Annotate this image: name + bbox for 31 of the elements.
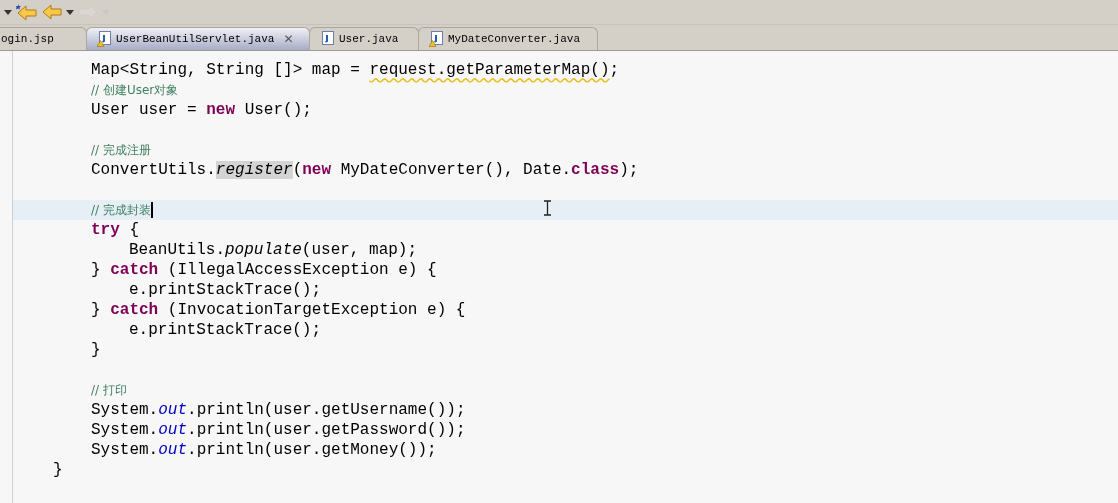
code-line: // 完成封装 (91, 202, 151, 219)
code-line: } catch (InvocationTargetException e) { (91, 301, 466, 319)
code-editor[interactable] (12, 51, 1118, 503)
code-line: } catch (IllegalAccessException e) { (91, 261, 437, 279)
code-line: e.printStackTrace(); (129, 281, 322, 299)
code-line: // 创建User对象 (91, 82, 179, 99)
close-icon[interactable]: ✕ (283, 32, 294, 46)
code-line: BeanUtils.populate(user, map); (129, 241, 418, 259)
tab-label: User.java (339, 33, 399, 45)
editor-tab[interactable]: MyDateConverter.java (418, 27, 598, 50)
code-line: Map<String, String []> map = request.getParameterMap(); (91, 61, 620, 79)
back-arrow-icon (42, 4, 62, 20)
code-line: // 打印 (91, 382, 127, 399)
code-line: } (91, 341, 101, 359)
dropdown-arrow-icon (66, 9, 74, 15)
code-line: try { (91, 221, 139, 239)
code-line: e.printStackTrace(); (129, 321, 322, 339)
tab-label: MyDateConverter.java (448, 33, 581, 45)
code-line: System.out.println(user.getUsername()); (91, 401, 466, 419)
code-line: User user = new User(); (91, 101, 312, 119)
dropdown-arrow-icon (4, 9, 12, 15)
back-arrow-icon (16, 3, 38, 21)
tab-label: UserBeanUtilServlet.java (116, 33, 275, 45)
code-line: System.out.println(user.getPassword()); (91, 421, 466, 439)
code-line: System.out.println(user.getMoney()); (91, 441, 437, 459)
code-line: } (53, 461, 63, 479)
text-cursor-icon (543, 200, 552, 216)
tab-label: ogin.jsp (1, 33, 54, 45)
code-line: // 完成注册 (91, 142, 151, 159)
editor-tab[interactable]: UserBeanUtilServlet.java ✕ (86, 27, 310, 50)
code-line: ConvertUtils.register(new MyDateConverter(), Date.class); (91, 161, 639, 179)
